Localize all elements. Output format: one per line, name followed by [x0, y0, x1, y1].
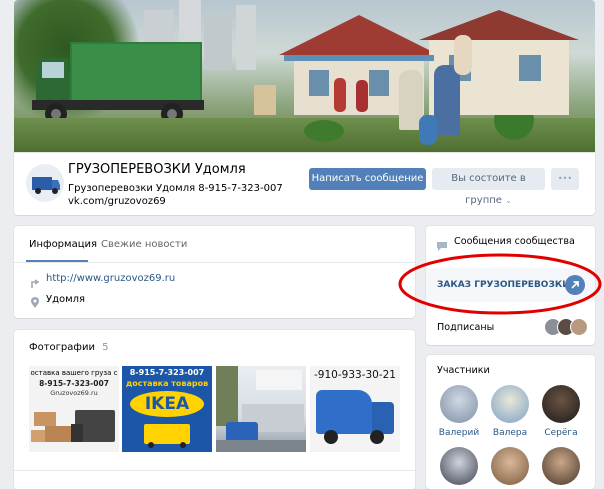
group-link[interactable]: vk.com/gruzovoz69 [68, 196, 166, 207]
speech-bubble-icon [436, 237, 448, 251]
photo2-phone: 8-915-7-323-007 [129, 368, 205, 377]
member-name[interactable]: Валерий [432, 428, 486, 438]
member-avatar[interactable] [440, 385, 478, 423]
chevron-down-icon: ⌄ [505, 196, 512, 205]
photo1-site: Gruzovoz69.ru [50, 389, 98, 397]
subscribed-label: Подписаны [437, 322, 495, 333]
photos-count: 5 [102, 342, 109, 353]
divider [14, 262, 415, 263]
members-card: Участники Валерий Валера Серёга [426, 355, 595, 489]
truck-avatar-icon [32, 177, 60, 194]
member-avatar[interactable] [491, 385, 529, 423]
location-pin-icon [30, 294, 40, 308]
ikea-logo-text: IKEA [144, 394, 190, 414]
tab-info[interactable]: Информация [29, 239, 97, 250]
membership-label: Вы состоите в группе [451, 173, 526, 206]
photo1-phone: 8-915-7-323-007 [39, 379, 109, 388]
photo-thumb-4[interactable]: -910-933-30-21 [310, 366, 400, 452]
photos-card: Фотографии 5 оставка вашего груза с 8-91… [14, 330, 415, 489]
photo-thumb-1[interactable]: оставка вашего груза с 8-915-7-323-007 G… [29, 366, 119, 452]
tab-news[interactable]: Свежие новости [101, 239, 187, 250]
members-title[interactable]: Участники [437, 365, 490, 376]
photo4-phone: -910-933-30-21 [314, 369, 396, 381]
info-card: Информация Свежие новости http://www.gru… [14, 226, 415, 318]
photo-thumb-3[interactable] [216, 366, 306, 452]
member-name[interactable]: Серёга [534, 428, 588, 438]
city-label: Удомля [46, 294, 86, 305]
annotation-ellipse [398, 253, 602, 315]
website-link[interactable]: http://www.gruzovoz69.ru [46, 273, 175, 284]
member-avatar[interactable] [542, 385, 580, 423]
group-name: ГРУЗОПЕРЕВОЗКИ Удомля [68, 162, 246, 177]
house-illustration [279, 10, 579, 115]
more-button[interactable]: ••• [551, 168, 579, 190]
divider [14, 470, 415, 471]
group-status: Грузоперевозки Удомля 8-915-7-323-007 [68, 183, 283, 194]
photo1-line1: оставка вашего груза с [30, 369, 118, 377]
membership-button[interactable]: Вы состоите в группе ⌄ [432, 168, 545, 206]
photo2-title: доставка товаров [125, 379, 209, 388]
member-avatar[interactable] [440, 447, 478, 485]
member-name[interactable]: Валера [483, 428, 537, 438]
photos-title[interactable]: Фотографии 5 [29, 342, 109, 353]
subscriber-avatars[interactable] [544, 318, 590, 336]
subscriber-avatar [570, 318, 588, 336]
member-avatar[interactable] [542, 447, 580, 485]
cover-image [14, 0, 595, 153]
group-avatar[interactable] [26, 164, 64, 202]
community-messages-link[interactable]: Сообщения сообщества [454, 236, 575, 247]
write-message-button[interactable]: Написать сообщение [309, 168, 426, 190]
link-arrow-icon [30, 274, 40, 288]
truck-illustration [32, 42, 204, 125]
member-avatar[interactable] [491, 447, 529, 485]
photos-title-label: Фотографии [29, 342, 95, 353]
group-header: ГРУЗОПЕРЕВОЗКИ Удомля Грузоперевозки Удо… [14, 153, 595, 215]
photo-thumb-2[interactable]: 8-915-7-323-007 доставка товаров IKEA [122, 366, 212, 452]
